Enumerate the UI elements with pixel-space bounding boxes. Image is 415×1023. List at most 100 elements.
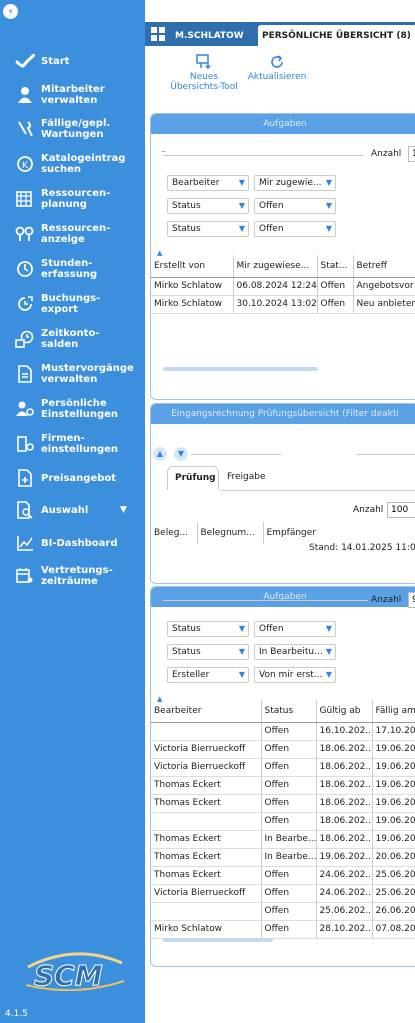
horizontal-scrollbar[interactable] [163,938,273,942]
column-header[interactable]: Erstellt von [151,255,234,278]
table-row[interactable]: Victoria Bierrueckoff Offen 18.06.202... 19… [151,740,415,759]
tab-label: M.SCHLATOW [175,30,244,41]
column-header[interactable]: Fällig am [372,700,415,723]
table-cell: Offen [261,776,317,795]
sidebar-item-vertretungszeitraeume[interactable]: Vertretungs- zeiträume [0,565,145,587]
table-cell: Angebotsvor [353,277,415,296]
table-row[interactable]: Thomas Eckert In Bearbe... 18.06.202... 19.… [151,830,415,849]
table-cell: Offen [261,920,317,939]
chevron-down-icon[interactable]: ▼ [120,505,127,515]
count-input[interactable]: 9 [408,592,415,608]
column-header[interactable]: Status [261,700,317,723]
subtab-freigabe[interactable]: Freigabe [227,472,266,482]
table-row[interactable]: Offen16.10.202...17.10.20... [151,722,415,741]
table-cell: 25.06.20... [372,866,415,885]
table-row[interactable]: Thomas Eckert In Bearbe... 19.06.202... 20.… [151,848,415,867]
column-header[interactable]: Belegnum... [197,522,264,544]
filter-field-select[interactable]: Status ▼ [167,621,249,637]
invoice-table: Beleg... Belegnum... Empfänger [151,522,351,544]
arrow-up-icon[interactable]: ▲ [153,447,167,461]
table-row[interactable]: Thomas EckertOffen18.06.202...19.06.20..… [151,776,415,795]
sidebar-item-label: Fällige/gepl. Wartungen [41,118,111,140]
table-cell: Offen [261,794,317,813]
table-cell: 16.10.202... [316,722,373,741]
subtab-pruefung[interactable]: Prüfung [167,466,219,490]
scm-logo: SCM [20,945,130,1000]
filter-value-select[interactable]: Mir zugewie... ▼ [254,175,336,191]
table-cell: 26.06.20... [372,902,415,921]
count-input[interactable]: 100 [387,502,415,518]
filter-value-select[interactable]: In Bearbeitu... ▼ [254,644,336,660]
table-cell: 30.10.2024 13:02... [233,295,318,314]
sidebar-item-auswahl[interactable]: Auswahl ▼ [0,499,145,521]
divider [191,454,281,455]
version-label: 4.1.5 [5,1009,28,1019]
table-cell: Victoria Bierrueckoff [151,758,262,777]
tab-m-schlatow[interactable]: M.SCHLATOW [147,25,257,46]
table-row[interactable]: Mirko Schlatow 06.08.2024 12:24... Offen… [151,277,415,296]
sidebar-item-stundenerfassung[interactable]: Stunden- erfassung [0,258,145,280]
tab-label: PERSÖNLICHE ÜBERSICHT (8) [262,30,411,41]
document-search-icon [14,499,36,521]
table-cell: 17.10.20... [372,722,415,741]
count-input[interactable]: 1 [408,146,415,162]
sidebar-item-katalog[interactable]: K Katalogeintrag suchen [0,153,145,175]
table-row[interactable]: Offen25.06.202...26.06.20... [151,902,415,921]
filter-value-select[interactable]: Offen ▼ [254,621,336,637]
table-row[interactable]: Mirko Schlatow 30.10.2024 13:02... Offen… [151,295,415,314]
sidebar-item-label: BI-Dashboard [41,538,118,549]
column-header[interactable]: Bearbeiter [151,700,262,723]
table-row[interactable]: Thomas EckertOffen18.06.202...19.06.20..… [151,794,415,813]
sidebar-item-zeitkonto[interactable]: Zeitkonto- salden [0,328,145,350]
dropdown-arrow-icon: ▼ [325,647,332,656]
sidebar-item-mustervorgaenge[interactable]: Mustervorgänge verwalten [0,363,145,385]
collapse-sidebar-icon[interactable]: ‹ [3,4,18,19]
table-cell: 19.06.20... [372,758,415,777]
column-header[interactable]: Stat... [317,255,354,278]
filter-field-select[interactable]: Status ▼ [167,221,249,237]
table-cell: 19.06.20... [372,740,415,759]
table-row[interactable]: Offen18.06.202...19.06.20... [151,812,415,831]
clock-icon [14,258,36,280]
filter-field-select[interactable]: Status ▼ [167,644,249,660]
column-header[interactable]: Empfänger [263,522,351,544]
sidebar-item-bi-dashboard[interactable]: BI-Dashboard [0,532,145,554]
table-row[interactable]: Victoria Bierrueckoff Offen 18.06.202... 19… [151,758,415,777]
sidebar-item-persoenliche-einstellungen[interactable]: Persönliche Einstellungen [0,398,145,420]
column-header[interactable]: Mir zugewiese... [233,255,318,278]
table-row[interactable]: Thomas EckertOffen24.06.202...25.06.20..… [151,866,415,885]
dropdown-arrow-icon: ▼ [238,201,245,210]
filter-field-select[interactable]: Bearbeiter ▼ [167,175,249,191]
sidebar-item-label: Zeitkonto- salden [41,328,100,350]
panel-title: Aufgaben [151,114,415,134]
filter-value-select[interactable]: Von mir erst... ▼ [254,667,336,683]
filter-value-select[interactable]: Offen ▼ [254,221,336,237]
sidebar-item-buchungsexport[interactable]: Buchungs- export [0,293,145,315]
new-overview-tool-button[interactable]: Neues Übersichts-Tool [169,54,239,92]
table-cell: In Bearbe... [261,830,317,849]
sidebar-item-ressourcenplanung[interactable]: Ressourcen- planung [0,188,145,210]
filter-field-select[interactable]: Status ▼ [167,198,249,214]
table-row[interactable]: Mirko SchlatowOffen28.10.202...07.08.20.… [151,920,415,939]
refresh-icon [245,54,309,72]
sidebar-item-preisangebot[interactable]: Preisangebot [0,467,145,489]
horizontal-scrollbar[interactable] [163,367,318,371]
invoice-review-panel: Eingangsrechnung Prüfungsübersicht (Filt… [150,403,415,584]
filter-field-select[interactable]: Ersteller ▼ [167,667,249,683]
sidebar-item-label: Katalogeintrag suchen [41,153,126,175]
column-header[interactable]: Betreff [353,255,415,278]
table-cell: 19.06.20... [372,812,415,831]
arrow-down-icon[interactable]: ▼ [174,447,188,461]
sidebar-item-firmeneinstellungen[interactable]: Firmen- einstellungen [0,433,145,455]
filter-value-select[interactable]: Offen ▼ [254,198,336,214]
column-header[interactable]: Gültig ab [316,700,373,723]
sidebar-item-wartungen[interactable]: Fällige/gepl. Wartungen [0,118,145,140]
sidebar-item-start[interactable]: Start [0,50,145,72]
table-row[interactable]: Victoria Bierrueckoff Offen 24.06.202... 25… [151,884,415,903]
tab-persoenliche-uebersicht[interactable]: PERSÖNLICHE ÜBERSICHT (8) [258,25,415,46]
refresh-button[interactable]: Aktualisieren [245,54,309,82]
sidebar-item-mitarbeiter[interactable]: Mitarbeiter verwalten [0,84,145,106]
column-header[interactable]: Beleg... [151,522,198,544]
toolbar: Neues Übersichts-Tool Aktualisieren [145,46,415,106]
sidebar-item-ressourcenanzeige[interactable]: Ressourcen- anzeige [0,223,145,245]
